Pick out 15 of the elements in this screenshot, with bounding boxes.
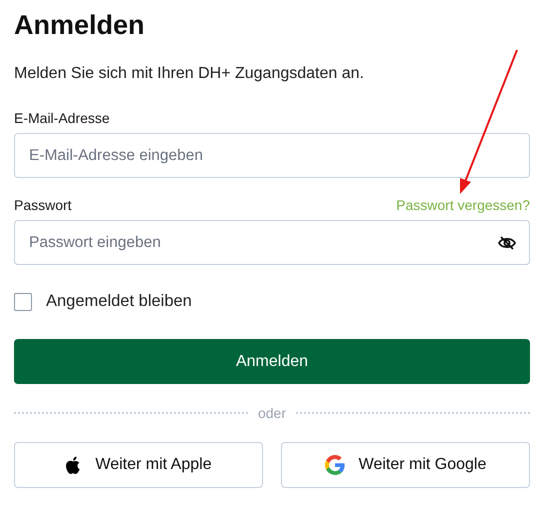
page-title: Anmelden [14, 9, 146, 42]
apple-login-button[interactable]: Weiter mit Apple [14, 442, 263, 488]
password-field[interactable]: Passwort eingeben [14, 220, 530, 265]
email-field[interactable]: E-Mail-Adresse eingeben [14, 133, 530, 178]
google-icon [324, 455, 345, 475]
subtitle: Melden Sie sich mit Ihren DH+ Zugangsdaten an. [14, 64, 365, 84]
apple-icon [65, 456, 82, 474]
divider-text: oder [258, 405, 286, 421]
google-login-button[interactable]: Weiter mit Google [281, 442, 530, 488]
remember-label: Angemeldet bleiben [46, 292, 192, 311]
hide-password-icon[interactable] [498, 236, 516, 250]
password-label: Passwort [14, 197, 72, 214]
email-label: E-Mail-Adresse [14, 110, 110, 127]
login-button[interactable]: Anmelden [14, 339, 530, 384]
remember-checkbox[interactable] [14, 292, 32, 310]
